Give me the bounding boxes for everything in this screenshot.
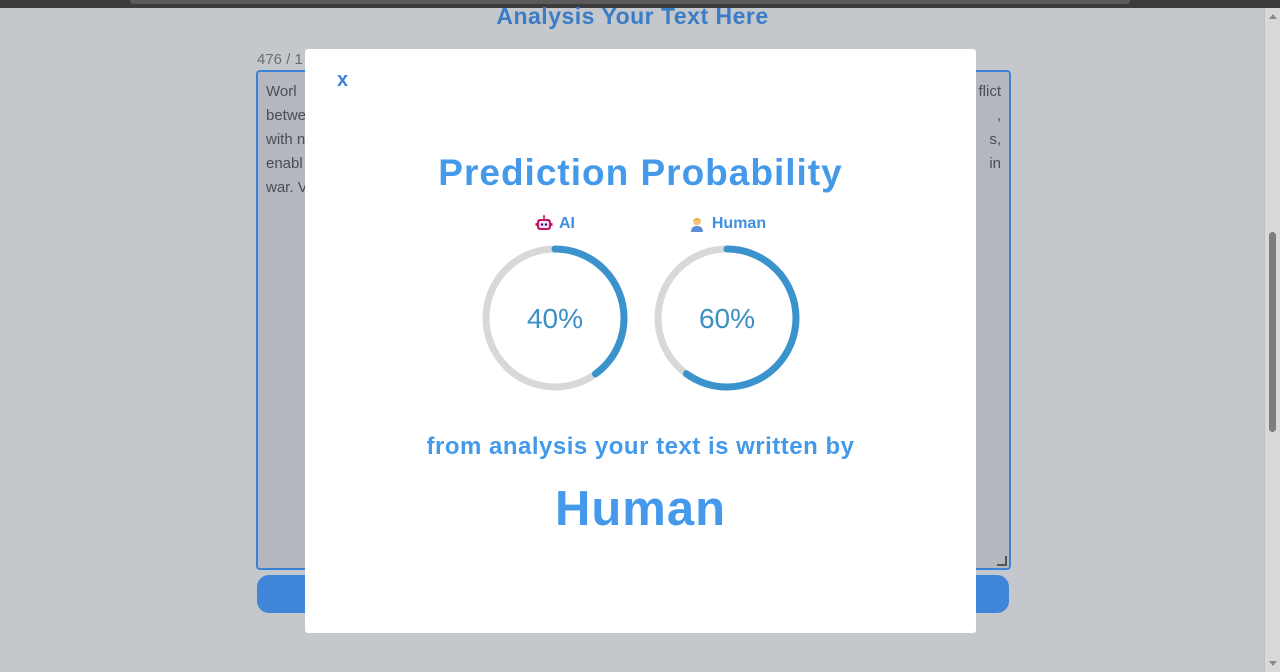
- person-icon: [690, 217, 703, 232]
- resize-handle[interactable]: [997, 556, 1007, 566]
- modal-title: Prediction Probability: [438, 152, 843, 193]
- textarea-line-start: Worl: [266, 83, 297, 100]
- page-scrollbar[interactable]: [1264, 8, 1280, 672]
- gauge-label-ai: AI: [475, 213, 635, 235]
- textarea-line-start: enabl: [266, 155, 303, 172]
- gauge-label-text: Human: [711, 215, 767, 232]
- scroll-up-arrow-icon[interactable]: [1269, 14, 1277, 19]
- result-label: Human: [554, 482, 727, 536]
- textarea-line-end: ,: [996, 107, 1001, 124]
- result-description: from analysis your text is written by: [426, 433, 855, 460]
- page-heading: Analysis Your Text Here: [496, 3, 769, 29]
- gauge-label-human: Human: [647, 213, 807, 235]
- textarea-line-end: flict: [978, 83, 1002, 100]
- robot-icon: [535, 215, 553, 230]
- textarea-line-end: s,: [989, 131, 1001, 148]
- ai-probability-gauge: AI 40%: [475, 213, 635, 393]
- scroll-down-arrow-icon[interactable]: [1269, 661, 1277, 666]
- scrollbar-thumb[interactable]: [1269, 232, 1276, 432]
- human-gauge-ring: 60%: [654, 245, 800, 391]
- textarea-line-start: war. V: [266, 179, 308, 196]
- textarea-line-start: with n: [266, 131, 306, 148]
- textarea-line-end: in: [989, 155, 1001, 172]
- textarea-line-start: betwe: [266, 107, 307, 124]
- character-counter: 476 / 1: [257, 51, 303, 68]
- gauge-value-text: 40%: [527, 303, 583, 334]
- ai-gauge-ring: 40%: [482, 245, 628, 391]
- close-button[interactable]: x: [337, 69, 348, 92]
- gauge-label-text: AI: [559, 215, 575, 232]
- human-probability-gauge: Human 60%: [647, 213, 807, 393]
- prediction-modal: x Prediction Probability AI 40% Human 60…: [305, 49, 976, 633]
- gauge-value-text: 60%: [699, 303, 755, 334]
